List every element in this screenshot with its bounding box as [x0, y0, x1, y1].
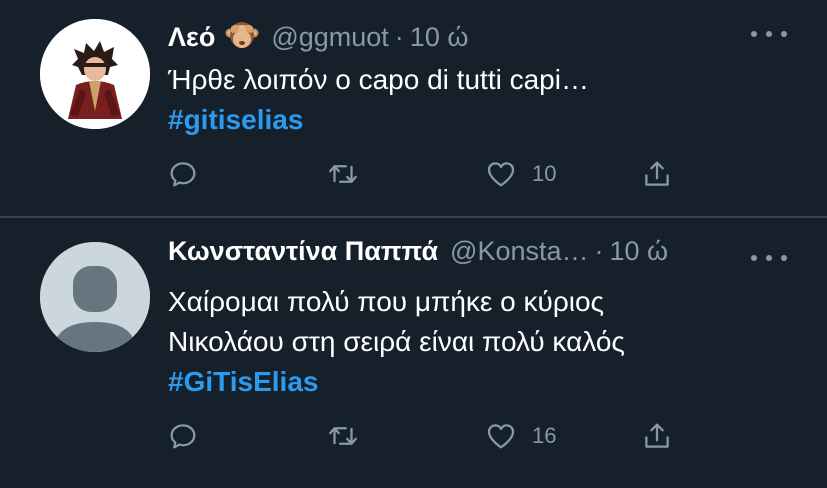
- tweet-text-line: Χαίρομαι πολύ που μπήκε ο κύριος: [168, 286, 605, 317]
- tweet-text: Χαίρομαι πολύ που μπήκε ο κύριος Νικολάο…: [168, 282, 625, 402]
- heart-icon: [487, 162, 515, 187]
- like-button[interactable]: 10: [484, 152, 556, 196]
- like-count: 10: [532, 161, 557, 186]
- tweet[interactable]: Λεό @ggmuot · 10 ώ Ήρθε λοιπόν ο capo di…: [0, 0, 827, 216]
- timestamp[interactable]: 10 ώ: [410, 22, 469, 53]
- like-button[interactable]: 16: [484, 414, 556, 458]
- share-icon: [645, 423, 669, 448]
- share-button[interactable]: [640, 152, 674, 196]
- share-icon: [645, 161, 669, 186]
- share-button[interactable]: [640, 414, 674, 458]
- avatar[interactable]: [40, 19, 150, 129]
- user-handle[interactable]: @Konsta…: [450, 236, 588, 267]
- tweet-actions: 10: [160, 152, 700, 196]
- avatar-illustration-icon: [40, 19, 150, 129]
- see-no-evil-monkey-icon: [225, 19, 259, 51]
- display-name[interactable]: Κωνσταντίνα Παππά: [168, 236, 438, 267]
- heart-icon: [487, 424, 515, 449]
- reply-button[interactable]: [166, 414, 200, 458]
- like-count: 16: [532, 423, 557, 448]
- retweet-icon: [329, 165, 357, 183]
- reply-icon: [170, 424, 196, 449]
- retweet-button[interactable]: [326, 152, 360, 196]
- avatar[interactable]: [40, 242, 150, 352]
- more-options-icon[interactable]: [751, 248, 787, 268]
- tweet[interactable]: Κωνσταντίνα Παππά @Konsta… · 10 ώ Χαίρομ…: [0, 218, 827, 488]
- more-options-icon[interactable]: [751, 24, 787, 44]
- retweet-icon: [329, 427, 357, 445]
- default-profile-icon: [40, 242, 150, 352]
- reply-button[interactable]: [166, 152, 200, 196]
- tweet-header: Κωνσταντίνα Παππά @Konsta… · 10 ώ: [168, 236, 668, 267]
- tweet-actions: 16: [160, 414, 700, 458]
- tweet-text: Ήρθε λοιπόν ο capo di tutti capi… #gitis…: [168, 60, 589, 140]
- separator-dot: ·: [394, 22, 404, 52]
- reply-icon: [170, 162, 196, 187]
- hashtag-link[interactable]: #GiTisElias: [168, 362, 625, 402]
- tweet-header: Λεό @ggmuot · 10 ώ: [168, 14, 468, 53]
- user-handle[interactable]: @ggmuot: [271, 22, 388, 53]
- retweet-button[interactable]: [326, 414, 360, 458]
- timeline: Λεό @ggmuot · 10 ώ Ήρθε λοιπόν ο capo di…: [0, 0, 827, 488]
- separator-dot: ·: [594, 236, 604, 266]
- tweet-text-line: Νικολάου στη σειρά είναι πολύ καλός: [168, 326, 625, 357]
- display-name[interactable]: Λεό: [168, 22, 215, 53]
- tweet-text-line: Ήρθε λοιπόν ο capo di tutti capi…: [168, 64, 589, 95]
- hashtag-link[interactable]: #gitiselias: [168, 100, 589, 140]
- timestamp[interactable]: 10 ώ: [610, 236, 669, 267]
